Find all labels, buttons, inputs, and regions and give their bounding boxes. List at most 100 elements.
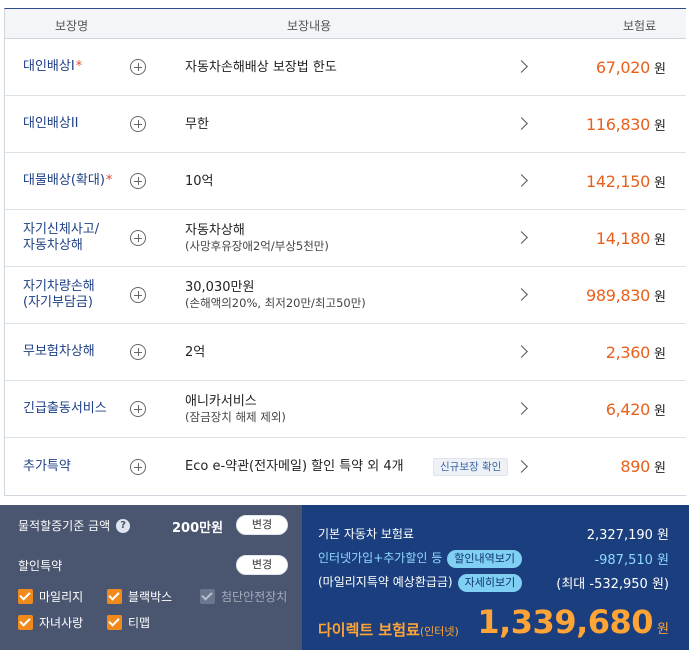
change-discount-button[interactable]: 변경 — [236, 555, 288, 575]
table-header: 보장명 보장내용 보험료 — [5, 9, 686, 39]
table-row[interactable]: 대인배상II 무한 116,830 원 — [5, 96, 686, 153]
chevron-right-icon[interactable] — [515, 288, 528, 301]
chevron-right-icon[interactable] — [515, 174, 528, 187]
coverage-name: 추가특약 — [23, 438, 133, 495]
coverage-premium: 989,830 원 — [586, 267, 666, 323]
premium-amount: 14,180 — [595, 228, 651, 248]
checkbox-label: 티맵 — [128, 616, 151, 630]
header-name: 보장명 — [55, 19, 89, 33]
total-premium-label: 다이렉트 보험료(인터넷) — [318, 619, 459, 640]
premium-unit: 원 — [654, 289, 666, 305]
mileage-value: (최대 -532,950 원) — [556, 577, 669, 592]
coverage-content-detail: (잠금장치 해제 제외) — [185, 410, 286, 424]
coverage-name: 대물배상(확대) * — [23, 153, 133, 209]
help-icon[interactable]: ? — [116, 518, 131, 533]
discount-rider-label: 할인특약 — [18, 559, 63, 573]
coverage-name: 긴급출동서비스 — [23, 381, 133, 437]
coverage-name-text: 긴급출동서비스 — [23, 401, 107, 416]
coverage-content: 무한 — [185, 96, 209, 152]
premium-unit: 원 — [654, 461, 666, 476]
expand-plus-icon[interactable] — [130, 287, 146, 303]
expand-plus-icon[interactable] — [130, 401, 146, 417]
coverage-content-text: 자동차상해 — [185, 223, 245, 238]
coverage-content: 30,030만원 (손해액의20%, 최저20만/최고50만) — [185, 267, 366, 323]
premium-unit: 원 — [654, 232, 666, 248]
mileage-row: (마일리지특약 예상환급금) 자세히보기 — [318, 573, 523, 592]
coverage-content-text: 무한 — [185, 116, 209, 132]
expand-plus-icon[interactable] — [130, 458, 146, 475]
coverage-table: 보장명 보장내용 보험료 대인배상I * 자동차손해배상 보장법 한도 67,020 원… — [4, 8, 686, 496]
chevron-right-icon[interactable] — [515, 231, 528, 244]
expand-plus-icon[interactable] — [130, 59, 146, 75]
chevron-right-icon[interactable] — [515, 60, 528, 73]
coverage-name-text: 추가특약 — [23, 458, 71, 474]
required-mark: * — [75, 59, 83, 74]
checkbox-safety-device: 첨단안전장치 — [200, 588, 287, 605]
coverage-content: 애니카서비스 (잠금장치 해제 제외) — [185, 381, 286, 437]
total-label-suffix: (인터넷) — [419, 625, 459, 638]
table-row[interactable]: 무보험차상해 2억 2,360 원 — [5, 324, 686, 381]
premium-amount: 142,150 — [585, 171, 651, 191]
table-row[interactable]: 긴급출동서비스 애니카서비스 (잠금장치 해제 제외) 6,420 원 — [5, 381, 686, 438]
base-premium-label: 기본 자동차 보험료 — [318, 527, 414, 541]
coverage-name: 대인배상II — [23, 96, 133, 152]
coverage-name-text: 자기신체사고/ 자동차상해 — [23, 222, 100, 253]
chevron-right-icon[interactable] — [515, 117, 528, 130]
total-amount: 1,339,680 — [477, 603, 654, 641]
expand-plus-icon[interactable] — [130, 173, 146, 189]
required-mark: * — [105, 173, 113, 188]
coverage-content-text: Eco e-약관(전자메일) 할인 특약 외 4개 — [185, 459, 404, 474]
table-row[interactable]: 추가특약 Eco e-약관(전자메일) 할인 특약 외 4개 신규보장 확인 890 원 — [5, 438, 686, 495]
discount-detail-button[interactable]: 할인내역보기 — [447, 549, 523, 568]
property-amount-value: 200만원 — [172, 521, 224, 536]
table-row[interactable]: 대인배상I * 자동차손해배상 보장법 한도 67,020 원 — [5, 39, 686, 96]
premium-unit: 원 — [654, 403, 666, 419]
discount-row: 인터넷가입+추가할인 등 할인내역보기 — [318, 549, 523, 568]
checkbox-tmap[interactable]: 티맵 — [107, 614, 150, 631]
table-row[interactable]: 자기신체사고/ 자동차상해 자동차상해 (사망후유장애2억/부상5천만) 14,180… — [5, 210, 686, 267]
coverage-premium: 116,830 원 — [586, 96, 666, 152]
discount-value: -987,510 원 — [594, 553, 669, 568]
table-body: 대인배상I * 자동차손해배상 보장법 한도 67,020 원 대인배상II 무한 116,8… — [5, 39, 686, 495]
coverage-premium: 14,180 원 — [596, 210, 666, 266]
coverage-name-text: 대인배상II — [23, 116, 79, 131]
chevron-right-icon[interactable] — [515, 402, 528, 415]
property-amount-label: 물적할증기준 금액 — [18, 519, 111, 533]
coverage-content: 자동차손해배상 보장법 한도 — [185, 39, 337, 95]
premium-amount: 6,420 — [605, 399, 651, 419]
coverage-content-text: 애니카서비스 — [185, 394, 257, 409]
expand-plus-icon[interactable] — [130, 344, 146, 360]
mileage-detail-button[interactable]: 자세히보기 — [457, 573, 523, 592]
coverage-name: 자기차량손해 (자기부담금) — [23, 267, 133, 323]
premium-summary-pane: 기본 자동차 보험료 2,327,190 원 인터넷가입+추가할인 등 할인내역보… — [302, 505, 689, 650]
checkbox-label: 블랙박스 — [128, 590, 173, 604]
coverage-name-text: 자기차량손해 (자기부담금) — [23, 279, 95, 310]
property-amount-row: 물적할증기준 금액 ? — [18, 517, 131, 534]
premium-amount: 989,830 — [585, 285, 651, 305]
coverage-premium: 2,360 원 — [606, 324, 666, 380]
change-property-button[interactable]: 변경 — [236, 515, 288, 535]
checkbox-mileage[interactable]: 마일리지 — [18, 588, 83, 605]
coverage-premium: 6,420 원 — [606, 381, 666, 437]
checkbox-blackbox[interactable]: 블랙박스 — [107, 588, 172, 605]
expand-plus-icon[interactable] — [130, 230, 146, 246]
premium-unit: 원 — [654, 346, 666, 362]
summary-panel: 물적할증기준 금액 ? 200만원 변경 할인특약 변경 마일리지 블랙박스 첨… — [0, 505, 689, 650]
new-coverage-tag[interactable]: 신규보장 확인 — [433, 457, 509, 476]
chevron-right-icon[interactable] — [515, 459, 528, 473]
checkbox-label: 자녀사랑 — [39, 616, 84, 630]
checkbox-checked-icon — [18, 589, 33, 604]
checkbox-checked-icon — [18, 615, 33, 630]
table-row[interactable]: 대물배상(확대) * 10억 142,150 원 — [5, 153, 686, 210]
checkbox-child[interactable]: 자녀사랑 — [18, 614, 83, 631]
total-premium-value: 1,339,680 원 — [477, 603, 669, 641]
coverage-content: 10억 — [185, 153, 214, 209]
coverage-premium: 67,020 원 — [596, 39, 666, 95]
premium-amount: 116,830 — [585, 114, 651, 134]
chevron-right-icon[interactable] — [515, 345, 528, 358]
expand-plus-icon[interactable] — [130, 116, 146, 132]
total-label-text: 다이렉트 보험료 — [318, 621, 420, 639]
base-premium-value: 2,327,190 원 — [586, 528, 669, 543]
premium-amount: 890 — [620, 457, 651, 476]
table-row[interactable]: 자기차량손해 (자기부담금) 30,030만원 (손해액의20%, 최저20만/최고… — [5, 267, 686, 324]
